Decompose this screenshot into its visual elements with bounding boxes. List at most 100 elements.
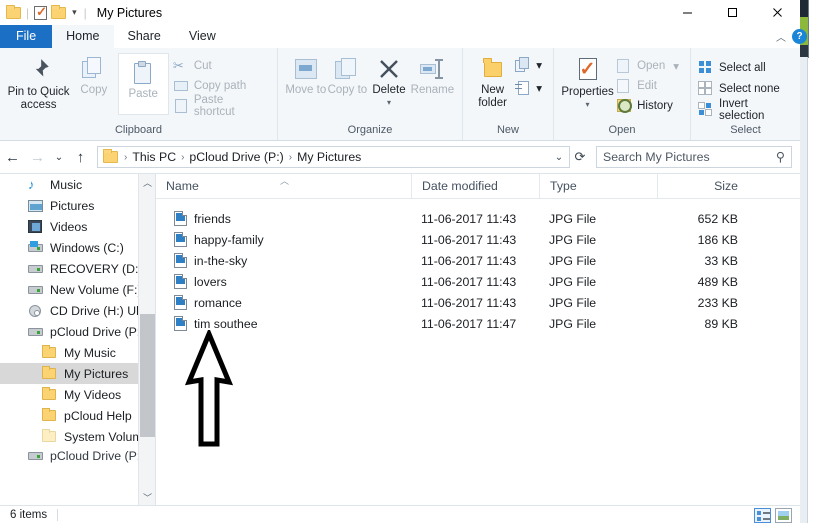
chevron-down-icon[interactable]: ▾ [536,58,542,72]
address-bar: ← → ⌄ ↑ › This PC › pCloud Drive (P:) › … [0,141,800,173]
sidebar-item-system-volume[interactable]: System Volume [0,426,155,447]
column-header-name[interactable]: Name ︿ [156,174,411,199]
forward-button[interactable]: → [25,145,50,170]
chevron-down-icon[interactable]: ﹀ [139,489,155,506]
sidebar-item-my-pictures[interactable]: My Pictures [0,363,155,384]
move-to-button[interactable]: Move to [285,53,327,97]
invert-selection-button[interactable]: Invert selection [698,98,793,122]
back-button[interactable]: ← [0,145,25,170]
copy-button[interactable]: Copy [70,53,117,97]
properties-check-icon[interactable] [34,4,48,20]
breadcrumb-item-pcloud-drive[interactable]: pCloud Drive (P:) [186,150,286,164]
file-name-cell[interactable]: friends [156,211,411,226]
sidebar-item-windows-c[interactable]: Windows (C:) [0,237,155,258]
table-row[interactable]: in-the-sky 11-06-2017 11:43 JPG File 33 … [156,250,800,271]
sidebar-item-label: My Videos [64,387,122,402]
file-date-cell: 11-06-2017 11:43 [421,253,517,268]
breadcrumb-item-this-pc[interactable]: This PC [129,150,179,164]
edit-button[interactable]: Edit [616,77,683,94]
easy-access-button[interactable]: ▾ [515,79,546,96]
sidebar-item-pictures[interactable]: Pictures [0,195,155,216]
chevron-down-icon[interactable]: ▾ [536,81,542,95]
new-folder-button[interactable]: New folder [470,53,515,110]
file-rows: friends 11-06-2017 11:43 JPG File 652 KB… [156,199,800,334]
sidebar-item-pcloud-help[interactable]: pCloud Help [0,405,155,426]
sidebar-item-pcloud-drive-p[interactable]: pCloud Drive (P: [0,321,155,342]
copy-path-button[interactable]: Copy path [173,77,270,94]
sidebar-item-label: Windows (C:) [50,240,124,255]
tab-file[interactable]: File [0,25,53,48]
folder-icon[interactable] [6,4,21,19]
help-icon[interactable]: ? [792,29,807,44]
close-button[interactable] [755,0,800,25]
sidebar-item-my-videos[interactable]: My Videos [0,384,155,405]
copy-path-label: Copy path [193,79,247,92]
copy-label: Copy [80,84,108,96]
table-row[interactable]: lovers 11-06-2017 11:43 JPG File 489 KB [156,271,800,292]
history-button[interactable]: History [616,97,683,114]
videos-icon [28,219,44,235]
tab-home[interactable]: Home [52,25,114,48]
ribbon-group-title-select: Select [730,124,761,136]
delete-button[interactable]: Delete ▾ [368,53,410,107]
file-name-cell[interactable]: happy-family [156,232,411,247]
sidebar-item-videos[interactable]: Videos [0,216,155,237]
sidebar-item-my-music[interactable]: My Music [0,342,155,363]
rename-button[interactable]: Rename [410,53,455,97]
scrollbar-thumb[interactable] [140,314,155,437]
tab-view[interactable]: View [175,25,230,48]
chevron-down-icon[interactable]: ▾ [673,59,679,73]
large-icons-view-icon[interactable] [775,508,792,523]
file-name-cell[interactable]: in-the-sky [156,253,411,268]
table-row[interactable]: friends 11-06-2017 11:43 JPG File 652 KB [156,208,800,229]
copy-to-button[interactable]: Copy to [327,53,369,97]
chevron-up-icon[interactable]: ︿ [776,29,786,44]
recent-locations-button[interactable]: ⌄ [50,145,68,170]
paste-button[interactable]: Paste [117,53,169,115]
breadcrumb[interactable]: › This PC › pCloud Drive (P:) › My Pictu… [97,146,570,168]
minimize-button[interactable] [665,0,710,25]
sidebar-item-cd-drive-h[interactable]: CD Drive (H:) Ub [0,300,155,321]
pin-to-quick-access-button[interactable]: Pin to Quick access [7,53,70,112]
refresh-button[interactable]: ⟳ [570,149,590,165]
table-row[interactable]: romance 11-06-2017 11:43 JPG File 233 KB [156,292,800,313]
chevron-up-icon[interactable]: ︿ [139,174,155,191]
new-item-button[interactable]: ▾ [515,56,546,73]
chevron-down-icon[interactable]: ⌄ [551,152,567,163]
details-view-icon[interactable] [754,508,771,523]
file-size-cell: 33 KB [704,253,739,268]
file-name-cell[interactable]: lovers [156,274,411,289]
breadcrumb-separator: › [181,151,185,163]
column-header-date-modified[interactable]: Date modified [411,173,539,199]
folder-icon[interactable] [51,4,67,19]
chevron-down-icon[interactable]: ▾ [70,7,79,18]
sidebar-item-new-volume-f[interactable]: New Volume (F:) [0,279,155,300]
sidebar-item-recovery-d[interactable]: RECOVERY (D:) [0,258,155,279]
sidebar-item-label: pCloud Drive (P: [50,324,141,339]
sidebar-scrollbar[interactable]: ︿ ﹀ [138,174,155,506]
paste-shortcut-button[interactable]: Paste shortcut [173,94,270,118]
properties-label: Properties [561,86,614,98]
select-none-button[interactable]: Select none [698,80,793,97]
column-header-size[interactable]: Size [657,173,752,199]
file-name-cell[interactable]: tim southee [156,316,411,331]
table-row[interactable]: tim southee 11-06-2017 11:47 JPG File 89… [156,313,800,334]
chevron-down-icon[interactable]: ▾ [387,99,391,107]
column-header-type[interactable]: Type [539,173,657,199]
breadcrumb-item-my-pictures[interactable]: My Pictures [294,150,364,164]
chevron-down-icon[interactable]: ▾ [586,101,590,109]
properties-button[interactable]: ✓ Properties ▾ [561,53,614,109]
table-row[interactable]: happy-family 11-06-2017 11:43 JPG File 1… [156,229,800,250]
drive-icon [28,261,44,277]
ribbon-group-title-open: Open [608,124,636,136]
search-input[interactable]: Search My Pictures ⚲ [596,146,792,168]
open-button[interactable]: Open ▾ [616,57,683,74]
cut-button[interactable]: ✂ Cut [173,57,270,74]
file-name-cell[interactable]: romance [156,295,411,310]
up-button[interactable]: ↑ [68,145,93,170]
select-all-button[interactable]: Select all [698,59,793,76]
tab-share[interactable]: Share [114,25,175,48]
maximize-button[interactable] [710,0,755,25]
sidebar-item-music[interactable]: ♪ Music [0,174,155,195]
sidebar-item-pcloud-drive-p-2[interactable]: pCloud Drive (P:) [0,447,155,465]
